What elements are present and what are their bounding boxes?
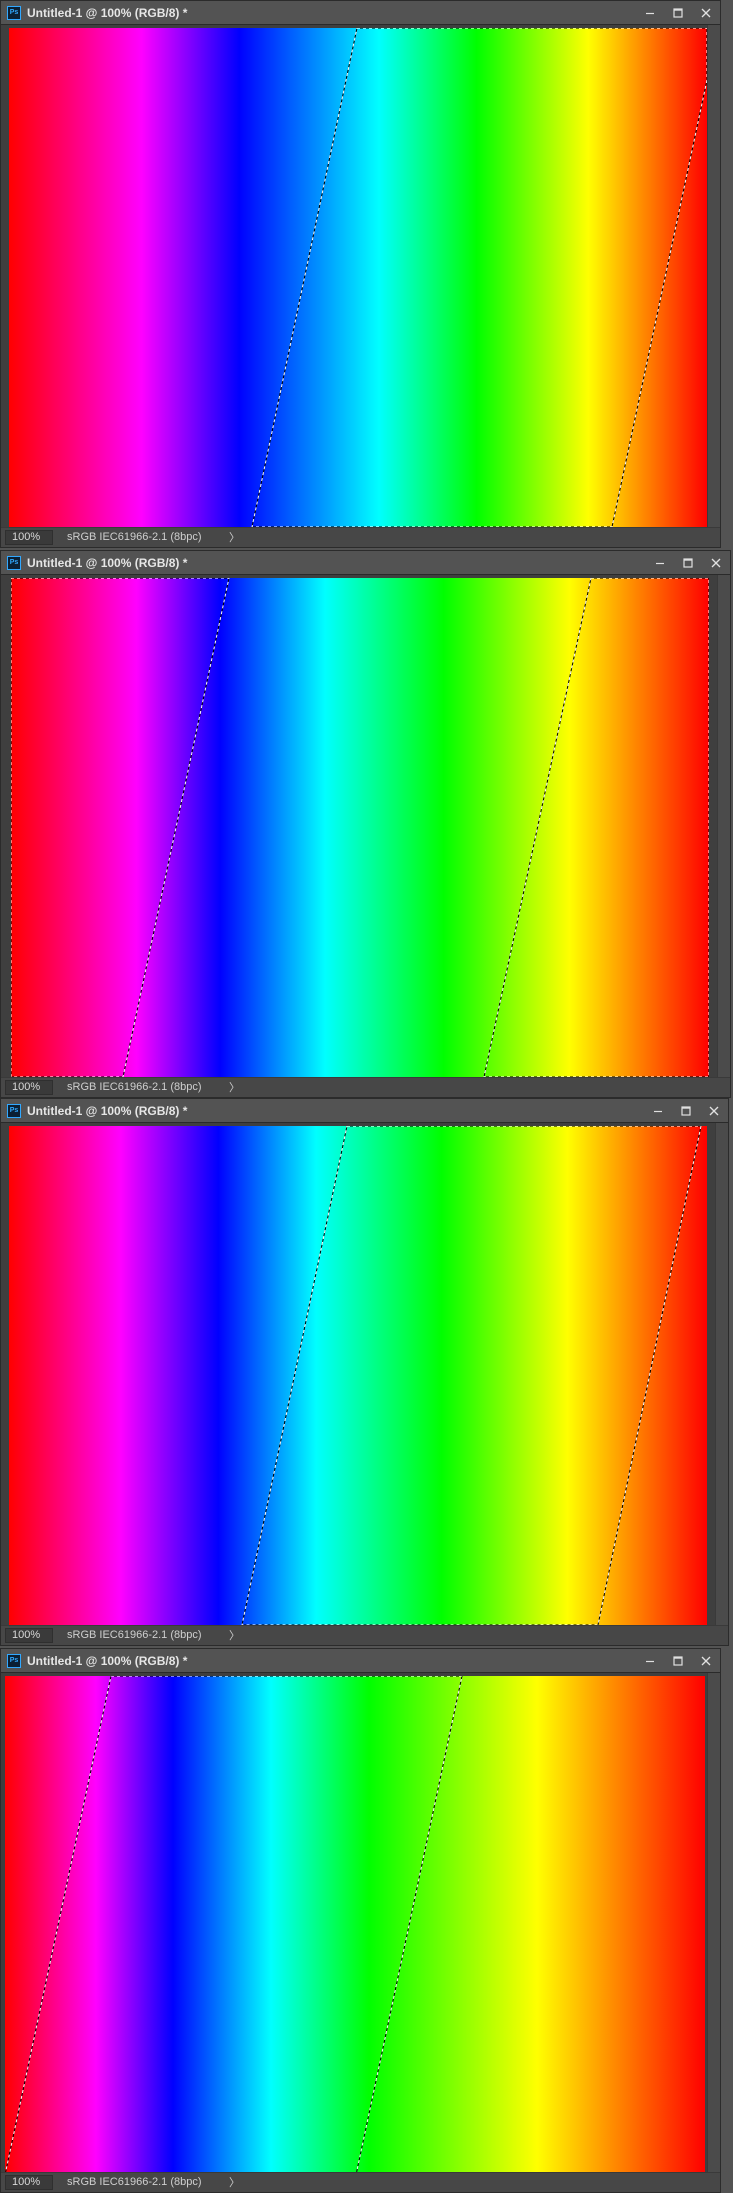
title-bar[interactable]: Ps Untitled-1 @ 100% (RGB/8) *	[1, 1649, 720, 1673]
close-icon[interactable]	[692, 1, 720, 25]
zoom-field[interactable]: 100%	[5, 530, 53, 545]
window-controls	[636, 1, 720, 25]
document-window: Ps Untitled-1 @ 100% (RGB/8) * 100% sRGB…	[0, 550, 731, 1098]
title-bar[interactable]: Ps Untitled-1 @ 100% (RGB/8) *	[1, 1, 720, 25]
status-bar: 100% sRGB IEC61966-2.1 (8bpc) 〉	[1, 1077, 730, 1097]
marquee-selection	[5, 1676, 463, 2175]
gradient-canvas[interactable]	[9, 1126, 707, 1625]
document-info: sRGB IEC61966-2.1 (8bpc)	[67, 2176, 202, 2188]
chevron-right-icon[interactable]: 〉	[229, 2173, 240, 2192]
maximize-icon[interactable]	[664, 1, 692, 25]
window-title: Untitled-1 @ 100% (RGB/8) *	[27, 556, 188, 570]
close-icon[interactable]	[702, 551, 730, 575]
window-controls	[636, 1649, 720, 1673]
status-bar: 100% sRGB IEC61966-2.1 (8bpc) 〉	[1, 2172, 720, 2192]
zoom-field[interactable]: 100%	[5, 1080, 53, 1095]
photoshop-icon: Ps	[7, 556, 21, 570]
photoshop-icon: Ps	[7, 6, 21, 20]
marquee-selection	[241, 1126, 702, 1625]
marquee-selection	[251, 28, 707, 527]
close-icon[interactable]	[692, 1649, 720, 1673]
document-window: Ps Untitled-1 @ 100% (RGB/8) * 100% sRGB…	[0, 0, 721, 548]
close-icon[interactable]	[700, 1099, 728, 1123]
photoshop-icon: Ps	[7, 1654, 21, 1668]
maximize-icon[interactable]	[664, 1649, 692, 1673]
vertical-scrollbar[interactable]	[707, 1673, 720, 2172]
status-bar: 100% sRGB IEC61966-2.1 (8bpc) 〉	[1, 527, 720, 547]
window-title: Untitled-1 @ 100% (RGB/8) *	[27, 1654, 188, 1668]
window-controls	[644, 1099, 728, 1123]
gradient-canvas[interactable]	[11, 578, 709, 1077]
marquee-selection	[11, 578, 709, 1077]
window-title: Untitled-1 @ 100% (RGB/8) *	[27, 6, 188, 20]
document-info: sRGB IEC61966-2.1 (8bpc)	[67, 1081, 202, 1093]
minimize-icon[interactable]	[636, 1, 664, 25]
minimize-icon[interactable]	[636, 1649, 664, 1673]
photoshop-icon: Ps	[7, 1104, 21, 1118]
document-area: 100% sRGB IEC61966-2.1 (8bpc) 〉	[1, 25, 720, 547]
document-area: 100% sRGB IEC61966-2.1 (8bpc) 〉	[1, 1123, 728, 1645]
gradient-canvas[interactable]	[5, 1676, 705, 2175]
document-info: sRGB IEC61966-2.1 (8bpc)	[67, 1629, 202, 1641]
window-controls	[646, 551, 730, 575]
title-bar[interactable]: Ps Untitled-1 @ 100% (RGB/8) *	[1, 551, 730, 575]
title-bar[interactable]: Ps Untitled-1 @ 100% (RGB/8) *	[1, 1099, 728, 1123]
vertical-scrollbar[interactable]	[715, 1123, 728, 1625]
document-area: 100% sRGB IEC61966-2.1 (8bpc) 〉	[1, 1673, 720, 2192]
document-window: Ps Untitled-1 @ 100% (RGB/8) * 100% sRGB…	[0, 1648, 721, 2193]
minimize-icon[interactable]	[646, 551, 674, 575]
document-area: 100% sRGB IEC61966-2.1 (8bpc) 〉	[1, 575, 730, 1097]
chevron-right-icon[interactable]: 〉	[229, 1078, 240, 1097]
zoom-field[interactable]: 100%	[5, 2175, 53, 2190]
maximize-icon[interactable]	[674, 551, 702, 575]
window-title: Untitled-1 @ 100% (RGB/8) *	[27, 1104, 188, 1118]
page: Ps Untitled-1 @ 100% (RGB/8) * 100% sRGB…	[0, 0, 733, 2193]
document-info: sRGB IEC61966-2.1 (8bpc)	[67, 531, 202, 543]
vertical-scrollbar[interactable]	[707, 25, 720, 527]
gradient-canvas[interactable]	[9, 28, 707, 527]
document-window: Ps Untitled-1 @ 100% (RGB/8) * 100% sRGB…	[0, 1098, 729, 1646]
chevron-right-icon[interactable]: 〉	[229, 1626, 240, 1645]
minimize-icon[interactable]	[644, 1099, 672, 1123]
vertical-scrollbar[interactable]	[717, 575, 730, 1077]
zoom-field[interactable]: 100%	[5, 1628, 53, 1643]
maximize-icon[interactable]	[672, 1099, 700, 1123]
status-bar: 100% sRGB IEC61966-2.1 (8bpc) 〉	[1, 1625, 728, 1645]
chevron-right-icon[interactable]: 〉	[229, 528, 240, 547]
